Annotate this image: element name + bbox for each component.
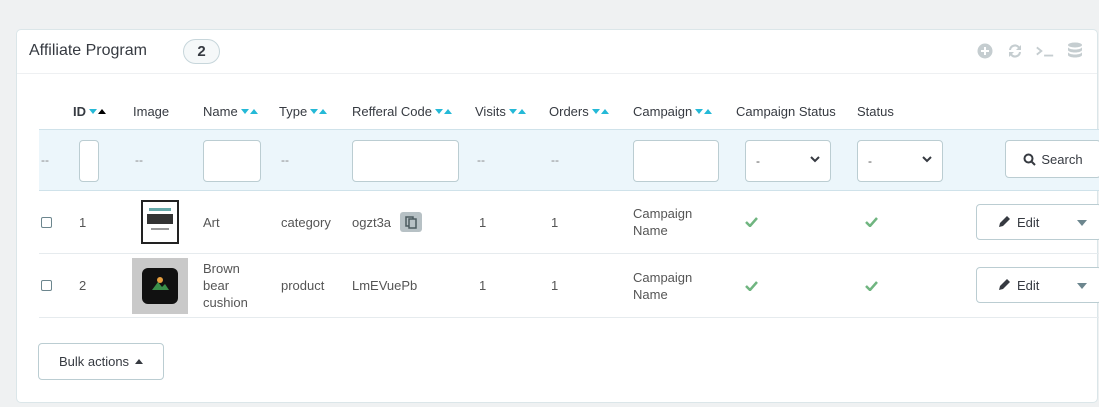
table-header: ID Image Name Type Refferal Code Visits … <box>39 93 1099 129</box>
table-row: 2 Brown bear cushion product LmEVuePb 1 … <box>39 254 1099 318</box>
row-campaign: Campaign Name <box>633 206 693 238</box>
table-row: 1 Art category ogzt3a 1 1 Campaign Name <box>39 191 1099 254</box>
campaign-status-check-icon[interactable] <box>745 191 758 253</box>
caret-up-icon <box>135 359 144 364</box>
bulk-actions-button[interactable]: Bulk actions <box>38 343 164 380</box>
row-name: Brown bear cushion <box>203 261 248 310</box>
search-button[interactable]: Search <box>1005 140 1099 178</box>
row-orders: 1 <box>551 214 559 230</box>
copy-icon <box>405 215 417 229</box>
count-badge: 2 <box>183 39 220 64</box>
sort-icon[interactable] <box>310 108 328 114</box>
col-refferal-code[interactable]: Refferal Code <box>352 93 452 129</box>
row-checkbox[interactable] <box>41 254 52 317</box>
pencil-icon <box>999 216 1010 227</box>
sort-icon[interactable] <box>695 108 713 114</box>
row-type: category <box>281 214 331 230</box>
terminal-icon[interactable] <box>1035 41 1055 61</box>
col-status: Status <box>857 103 894 119</box>
row-thumbnail <box>132 254 188 317</box>
col-visits[interactable]: Visits <box>475 93 526 129</box>
row-id: 2 <box>79 278 87 293</box>
col-campaign-status: Campaign Status <box>736 103 836 119</box>
sort-icon[interactable] <box>240 108 258 114</box>
panel-heading: Affiliate Program 2 <box>17 30 1097 74</box>
filter-campaign-input[interactable] <box>633 140 719 182</box>
row-code: ogzt3a <box>352 191 423 253</box>
cushion-thumbnail-icon <box>142 267 178 304</box>
status-check-icon[interactable] <box>865 191 878 253</box>
col-type[interactable]: Type <box>279 93 328 129</box>
filter-placeholder: -- <box>551 153 559 167</box>
filter-placeholder: -- <box>41 153 49 167</box>
panel-toolbar <box>975 41 1085 61</box>
filter-placeholder: -- <box>135 153 143 167</box>
copy-button[interactable] <box>400 212 423 232</box>
database-icon[interactable] <box>1065 41 1085 61</box>
status-check-icon[interactable] <box>865 254 878 317</box>
row-visits: 1 <box>479 214 487 230</box>
row-checkbox[interactable] <box>41 191 52 253</box>
col-orders[interactable]: Orders <box>549 93 609 129</box>
add-icon[interactable] <box>975 41 995 61</box>
dropdown-caret-icon[interactable] <box>1077 283 1087 289</box>
poster-thumbnail-icon <box>141 200 179 244</box>
col-name[interactable]: Name <box>203 93 258 129</box>
chevron-down-icon <box>810 156 820 163</box>
panel-title: Affiliate Program <box>29 42 147 59</box>
edit-button[interactable]: Edit <box>976 204 1099 240</box>
filter-placeholder: -- <box>281 153 289 167</box>
refresh-icon[interactable] <box>1005 41 1025 61</box>
filter-placeholder: -- <box>477 153 485 167</box>
search-icon <box>1023 153 1037 166</box>
campaign-status-check-icon[interactable] <box>745 254 758 317</box>
col-campaign[interactable]: Campaign <box>633 93 713 129</box>
filter-code-input[interactable] <box>352 140 459 182</box>
row-name: Art <box>203 214 220 230</box>
row-type: product <box>281 278 325 293</box>
filter-row: -- -- -- -- -- - - Search <box>39 129 1099 191</box>
filter-id-input[interactable] <box>79 140 99 182</box>
chevron-down-icon <box>922 156 932 163</box>
sort-icon[interactable] <box>508 108 526 114</box>
dropdown-caret-icon[interactable] <box>1077 220 1087 226</box>
filter-name-input[interactable] <box>203 140 261 182</box>
row-thumbnail <box>132 191 188 253</box>
col-image: Image <box>133 103 170 119</box>
row-code: LmEVuePb <box>352 278 418 293</box>
affiliate-program-panel: Affiliate Program 2 ID Image Name Type R… <box>16 29 1099 403</box>
filter-status-select[interactable]: - <box>857 140 943 182</box>
pencil-icon <box>999 279 1010 290</box>
row-campaign: Campaign Name <box>633 269 693 302</box>
col-id[interactable]: ID <box>73 93 106 129</box>
row-orders: 1 <box>551 278 559 293</box>
sort-icon[interactable] <box>89 108 106 114</box>
sort-icon[interactable] <box>591 108 609 114</box>
edit-button[interactable]: Edit <box>976 267 1099 303</box>
sort-icon[interactable] <box>434 108 452 114</box>
row-id: 1 <box>79 214 87 230</box>
row-visits: 1 <box>479 278 487 293</box>
filter-campaign-status-select[interactable]: - <box>745 140 831 182</box>
